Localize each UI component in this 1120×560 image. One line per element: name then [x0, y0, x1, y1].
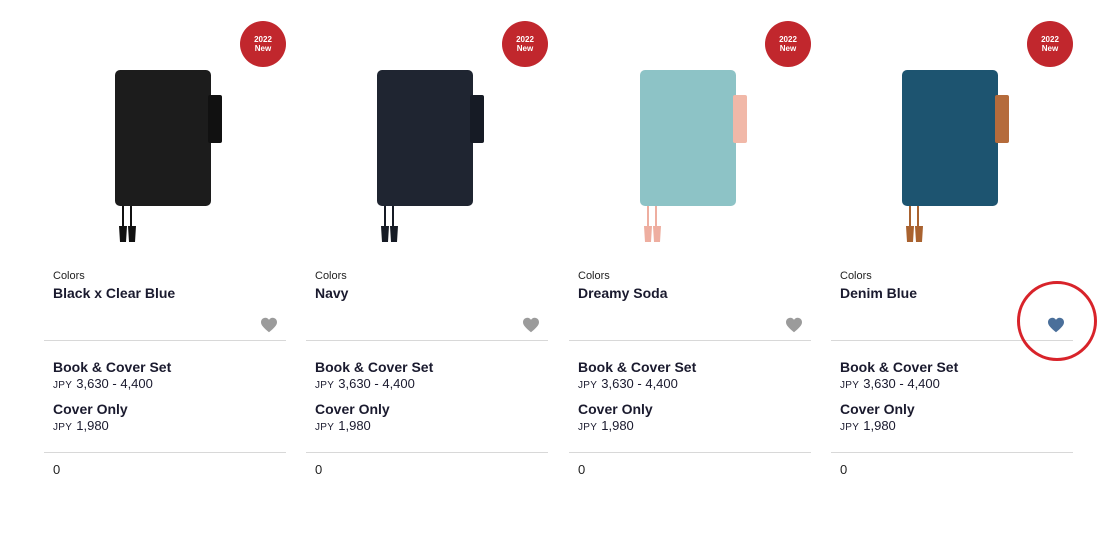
- divider: [569, 340, 811, 341]
- favorite-button[interactable]: [259, 316, 279, 334]
- heart-icon: [261, 317, 277, 333]
- book-cover-set-price: JPY 3,630 - 4,400: [578, 376, 678, 391]
- product-card[interactable]: 2022 New Colors Navy Book & Cover Set JP…: [306, 0, 548, 500]
- price-value: 1,980: [601, 418, 634, 433]
- color-name[interactable]: Dreamy Soda: [578, 285, 667, 301]
- favorite-count: 0: [53, 462, 61, 477]
- product-image[interactable]: [569, 40, 811, 255]
- cover-only-label: Cover Only: [578, 401, 653, 417]
- price-value: 1,980: [338, 418, 371, 433]
- highlight-ring: [1017, 281, 1097, 361]
- book-cover-set-label: Book & Cover Set: [840, 359, 959, 375]
- color-name[interactable]: Navy: [315, 285, 348, 301]
- product-image[interactable]: [44, 40, 286, 255]
- cover-only-price: JPY 1,980: [840, 418, 896, 433]
- currency-label: JPY: [53, 380, 73, 391]
- cover-only-label: Cover Only: [840, 401, 915, 417]
- color-name[interactable]: Black x Clear Blue: [53, 285, 175, 301]
- product-card[interactable]: 2022 New Colors Black x Clear Blue Book …: [44, 0, 286, 500]
- price-value: 3,630 - 4,400: [338, 376, 415, 391]
- favorite-count: 0: [840, 462, 848, 477]
- book-cover-set-price: JPY 3,630 - 4,400: [840, 376, 940, 391]
- cover-only-price: JPY 1,980: [315, 418, 371, 433]
- divider: [306, 340, 548, 341]
- currency-label: JPY: [578, 380, 598, 391]
- color-name[interactable]: Denim Blue: [840, 285, 917, 301]
- book-cover-set-price: JPY 3,630 - 4,400: [315, 376, 415, 391]
- product-card[interactable]: 2022 New Colors Denim Blue Book & Cover …: [831, 0, 1073, 500]
- product-image[interactable]: [831, 40, 1073, 255]
- cover-only-price: JPY 1,980: [53, 418, 109, 433]
- heart-icon: [523, 317, 539, 333]
- divider: [44, 340, 286, 341]
- favorite-count: 0: [578, 462, 586, 477]
- favorite-count: 0: [315, 462, 323, 477]
- favorite-button[interactable]: [784, 316, 804, 334]
- price-value: 3,630 - 4,400: [863, 376, 940, 391]
- divider: [306, 452, 548, 453]
- colors-caption: Colors: [840, 270, 872, 282]
- favorite-button[interactable]: [521, 316, 541, 334]
- product-card[interactable]: 2022 New Colors Dreamy Soda Book & Cover…: [569, 0, 811, 500]
- divider: [44, 452, 286, 453]
- book-cover-set-label: Book & Cover Set: [53, 359, 172, 375]
- book-cover-set-label: Book & Cover Set: [578, 359, 697, 375]
- cover-only-price: JPY 1,980: [578, 418, 634, 433]
- cover-only-label: Cover Only: [315, 401, 390, 417]
- currency-label: JPY: [578, 422, 598, 433]
- price-value: 1,980: [76, 418, 109, 433]
- colors-caption: Colors: [53, 270, 85, 282]
- price-value: 3,630 - 4,400: [601, 376, 678, 391]
- colors-caption: Colors: [578, 270, 610, 282]
- currency-label: JPY: [840, 380, 860, 391]
- book-cover-set-price: JPY 3,630 - 4,400: [53, 376, 153, 391]
- currency-label: JPY: [840, 422, 860, 433]
- currency-label: JPY: [53, 422, 73, 433]
- product-grid: 2022 New Colors Black x Clear Blue Book …: [0, 0, 1120, 560]
- price-value: 3,630 - 4,400: [76, 376, 153, 391]
- currency-label: JPY: [315, 422, 335, 433]
- divider: [831, 452, 1073, 453]
- divider: [569, 452, 811, 453]
- currency-label: JPY: [315, 380, 335, 391]
- cover-only-label: Cover Only: [53, 401, 128, 417]
- colors-caption: Colors: [315, 270, 347, 282]
- price-value: 1,980: [863, 418, 896, 433]
- heart-icon: [786, 317, 802, 333]
- book-cover-set-label: Book & Cover Set: [315, 359, 434, 375]
- product-image[interactable]: [306, 40, 548, 255]
